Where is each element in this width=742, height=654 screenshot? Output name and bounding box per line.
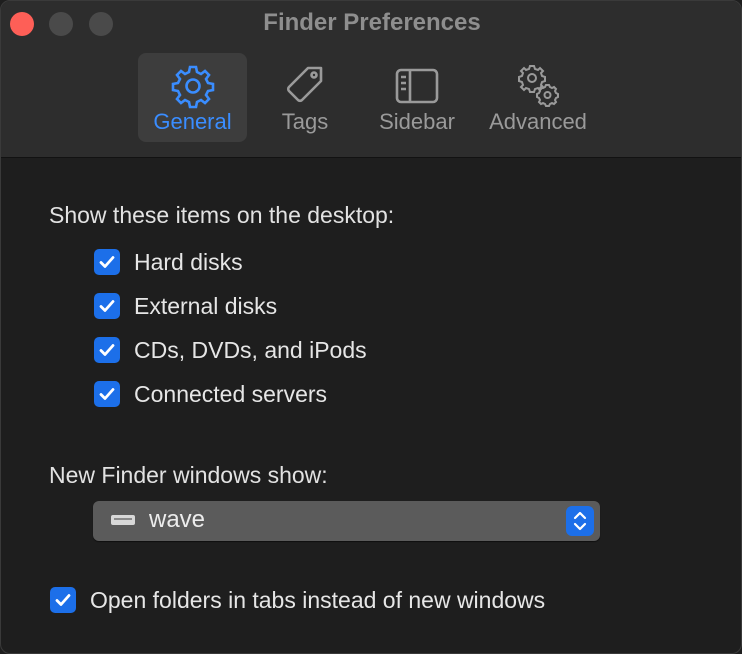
select-stepper[interactable] (566, 506, 594, 536)
connected-servers-label: Connected servers (134, 381, 328, 407)
checkmark-icon (55, 594, 71, 606)
tab-advanced[interactable]: Advanced (479, 53, 597, 142)
checkmark-icon (99, 300, 115, 312)
external-disks-checkbox[interactable] (94, 293, 120, 319)
tab-sidebar-label: Sidebar (379, 109, 455, 134)
desktop-items-heading: Show these items on the desktop: (49, 202, 395, 228)
external-disks-label: External disks (134, 293, 278, 319)
tab-tags[interactable]: Tags (263, 53, 347, 142)
tab-general-label: General (153, 109, 232, 134)
sidebar-icon (395, 68, 439, 104)
gears-icon (518, 65, 559, 107)
tab-general[interactable]: General (138, 53, 247, 142)
drive-icon (111, 515, 135, 525)
connected-servers-checkbox[interactable] (94, 381, 120, 407)
chevron-up-down-icon (573, 511, 587, 531)
finder-preferences-window: Finder Preferences General Tags Sidebar … (0, 0, 742, 654)
hard-disks-checkbox[interactable] (94, 249, 120, 275)
checkmark-icon (99, 256, 115, 268)
tab-sidebar[interactable]: Sidebar (369, 53, 465, 142)
open-in-tabs-label: Open folders in tabs instead of new wind… (90, 587, 546, 613)
cds-dvds-ipods-label: CDs, DVDs, and iPods (134, 337, 367, 363)
new-window-select-value: wave (149, 506, 206, 533)
cds-dvds-ipods-checkbox[interactable] (94, 337, 120, 363)
general-pane: Show these items on the desktop: Hard di… (1, 158, 741, 653)
hard-disks-label: Hard disks (134, 249, 243, 275)
toolbar: Finder Preferences General Tags Sidebar … (1, 1, 741, 158)
open-in-tabs-checkbox[interactable] (50, 587, 76, 613)
tab-tags-label: Tags (281, 109, 329, 134)
tag-icon (286, 66, 323, 103)
checkmark-icon (99, 388, 115, 400)
checkmark-icon (99, 344, 115, 356)
window-title: Finder Preferences (263, 9, 481, 36)
new-window-select[interactable]: wave (93, 501, 600, 541)
gear-icon (171, 65, 214, 109)
tab-advanced-label: Advanced (489, 109, 587, 134)
new-window-heading: New Finder windows show: (49, 462, 328, 488)
